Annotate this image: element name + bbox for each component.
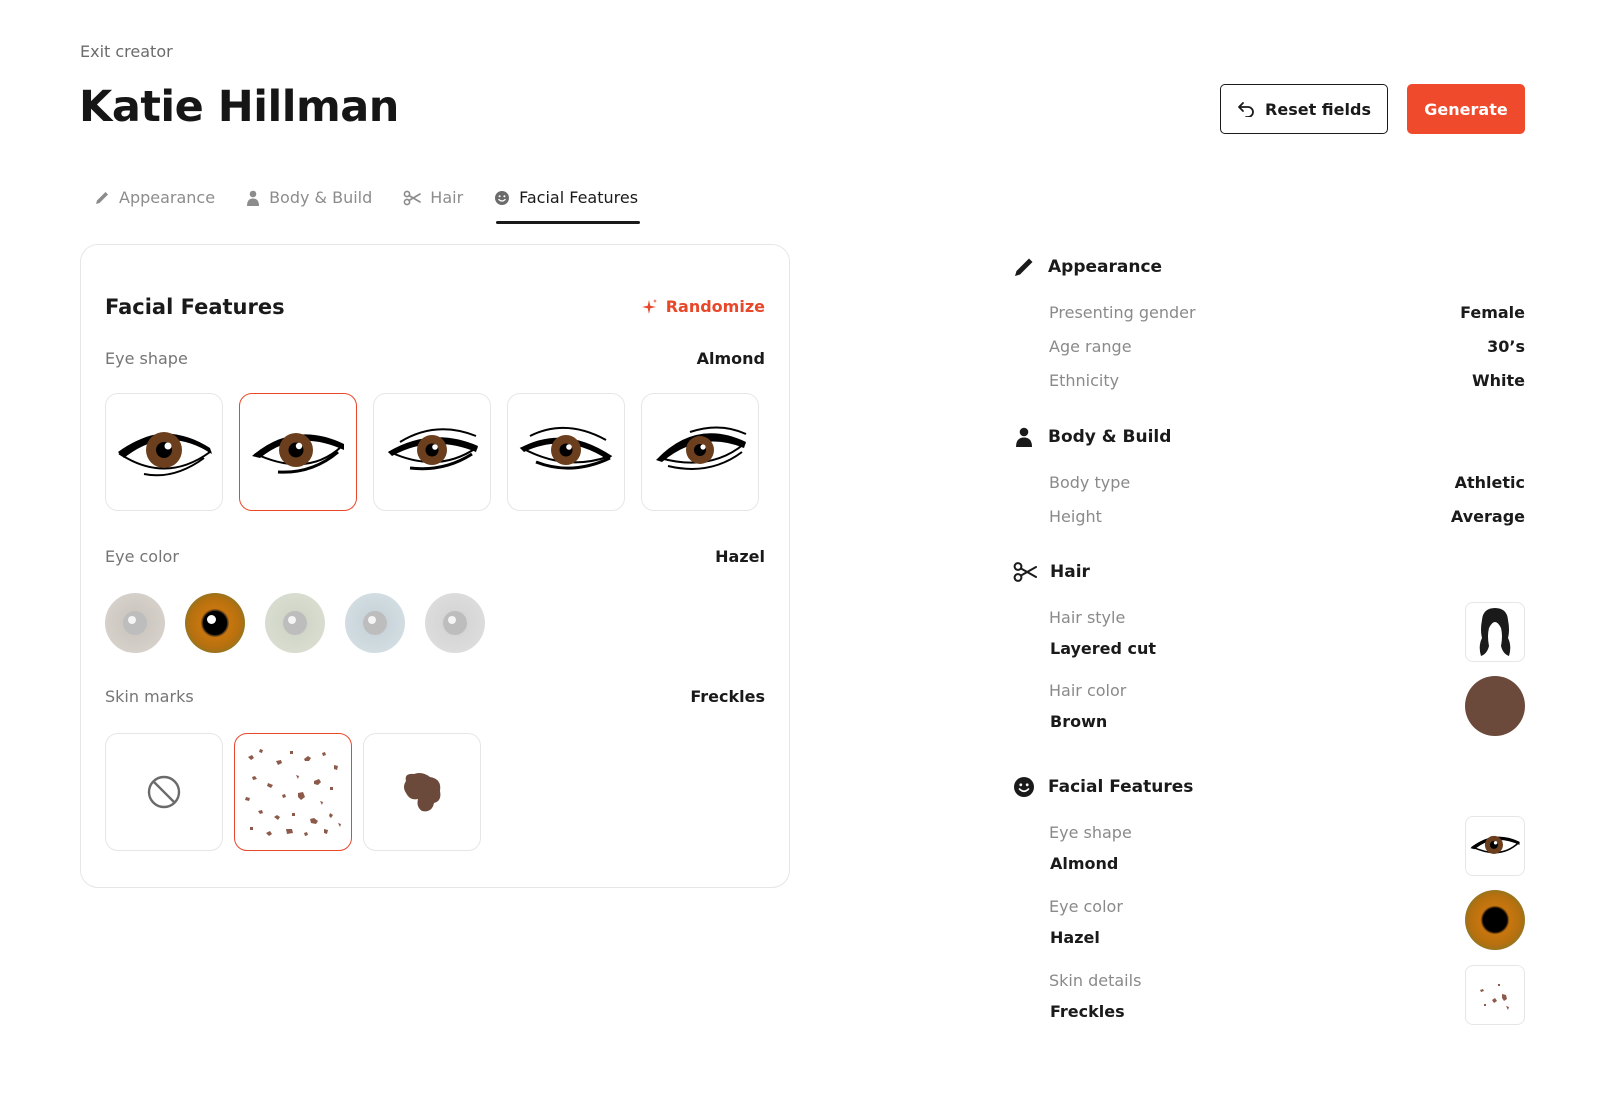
summary-row-label: Age range	[1049, 337, 1132, 356]
summary-body-heading: Body & Build	[1013, 426, 1171, 448]
eye-shape-hooded-icon	[387, 428, 479, 471]
person-icon	[1016, 427, 1032, 447]
skin-details-thumbnail	[1465, 965, 1525, 1025]
summary-hair-heading: Hair	[1013, 561, 1090, 583]
eye-shape-option[interactable]	[105, 393, 223, 511]
exit-creator-link[interactable]: Exit creator	[80, 42, 173, 61]
skin-marks-label: Skin marks	[105, 687, 194, 706]
pupil-icon	[123, 611, 147, 635]
eye-shape-option[interactable]	[239, 393, 357, 511]
pupil-icon	[443, 611, 467, 635]
tab-body-build[interactable]: Body & Build	[246, 186, 372, 224]
eye-almond-icon	[1470, 835, 1520, 854]
sparkle-icon	[641, 298, 657, 314]
skin-mark-option-freckles[interactable]	[234, 733, 352, 851]
summary-section-title: Body & Build	[1048, 427, 1172, 447]
summary-appearance-heading: Appearance	[1013, 256, 1162, 278]
tab-appearance[interactable]: Appearance	[94, 186, 215, 224]
freckles-icon	[1480, 984, 1509, 1010]
tab-label: Facial Features	[519, 188, 639, 207]
tab-label: Body & Build	[269, 188, 373, 207]
hair-style-thumbnail	[1465, 602, 1525, 662]
summary-row-value: Athletic	[1454, 473, 1525, 492]
person-icon	[247, 190, 260, 206]
hair-color-swatch	[1465, 676, 1525, 736]
eye-shape-label: Eye shape	[105, 349, 188, 368]
summary-row-value: Average	[1450, 507, 1525, 526]
eye-color-swatch[interactable]	[105, 593, 165, 653]
pupil-icon	[203, 611, 227, 635]
summary-row-label: Ethnicity	[1049, 371, 1120, 390]
summary-row-value: Female	[1460, 303, 1525, 322]
eye-color-summary-swatch	[1465, 890, 1525, 950]
panel-title: Facial Features	[105, 295, 285, 319]
eye-shape-option[interactable]	[507, 393, 625, 511]
undo-icon	[1238, 102, 1254, 117]
hair-style-value: Layered cut	[1050, 639, 1157, 658]
randomize-button[interactable]: Randomize	[640, 297, 765, 316]
pencil-icon	[96, 192, 108, 204]
eye-shape-thumbnail	[1465, 816, 1525, 876]
summary-section-title: Facial Features	[1048, 777, 1194, 797]
tab-facial-features[interactable]: Facial Features	[494, 186, 640, 224]
summary-row-label: Body type	[1049, 473, 1131, 492]
summary-section-title: Hair	[1050, 562, 1090, 582]
generate-label: Generate	[1424, 99, 1508, 119]
tab-label: Hair	[430, 188, 464, 207]
facial-features-panel: Facial Features Randomize Eye shape Almo…	[80, 244, 790, 888]
eye-color-swatch[interactable]	[265, 593, 325, 653]
pupil-icon	[283, 611, 307, 635]
eye-shape-downturned-icon	[656, 426, 747, 470]
eye-color-label: Eye color	[105, 547, 179, 566]
smiley-icon	[495, 191, 510, 205]
pencil-icon	[1015, 258, 1033, 276]
eye-shape-upturned-icon	[519, 427, 613, 470]
reset-fields-button[interactable]: Reset fields	[1220, 84, 1388, 134]
hair-color-value: Brown	[1050, 712, 1108, 731]
eye-shape-option[interactable]	[641, 393, 759, 511]
birthmark-icon	[404, 773, 441, 812]
eye-shape-almond-icon	[252, 433, 344, 474]
eye-color-swatch[interactable]	[425, 593, 485, 653]
eye-shape-option[interactable]	[373, 393, 491, 511]
generate-button[interactable]: Generate	[1407, 84, 1525, 134]
eye-color-summary-value: Hazel	[1050, 928, 1100, 947]
eye-shape-summary-value: Almond	[1050, 854, 1119, 873]
skin-mark-option-none[interactable]	[105, 733, 223, 851]
pupil-icon	[363, 611, 387, 635]
summary-row-value: White	[1471, 371, 1525, 390]
scissors-icon	[1013, 562, 1037, 582]
skin-mark-option-birthmark[interactable]	[363, 733, 481, 851]
tab-bar: Appearance Body & Build Hair Facial Feat…	[94, 186, 669, 224]
eye-color-swatch[interactable]	[345, 593, 405, 653]
tab-hair[interactable]: Hair	[403, 186, 463, 224]
eye-color-value: Hazel	[715, 547, 765, 566]
eye-shape-round-icon	[118, 432, 212, 477]
skin-details-summary-label: Skin details	[1049, 971, 1142, 990]
randomize-label: Randomize	[665, 297, 765, 316]
no-symbol-icon	[147, 775, 181, 809]
summary-facial-heading: Facial Features	[1013, 776, 1193, 798]
summary-section-title: Appearance	[1048, 257, 1163, 277]
hair-style-label: Hair style	[1049, 608, 1126, 627]
summary-row-label: Presenting gender	[1049, 303, 1196, 322]
hair-color-label: Hair color	[1049, 681, 1127, 700]
summary-row-label: Height	[1049, 507, 1102, 526]
eye-color-summary-label: Eye color	[1049, 897, 1123, 916]
skin-details-summary-value: Freckles	[1050, 1002, 1125, 1021]
hair-silhouette-icon	[1479, 608, 1511, 656]
tab-label: Appearance	[119, 188, 216, 207]
freckles-icon	[245, 749, 341, 836]
scissors-icon	[403, 190, 422, 206]
page-title: Katie Hillman	[79, 82, 399, 132]
smiley-icon	[1014, 777, 1034, 797]
skin-marks-value: Freckles	[690, 687, 765, 706]
summary-row-value: 30’s	[1487, 337, 1525, 356]
reset-fields-label: Reset fields	[1265, 99, 1371, 119]
eye-shape-value: Almond	[696, 349, 765, 368]
eye-color-swatch-selected[interactable]	[185, 593, 245, 653]
eye-shape-summary-label: Eye shape	[1049, 823, 1132, 842]
